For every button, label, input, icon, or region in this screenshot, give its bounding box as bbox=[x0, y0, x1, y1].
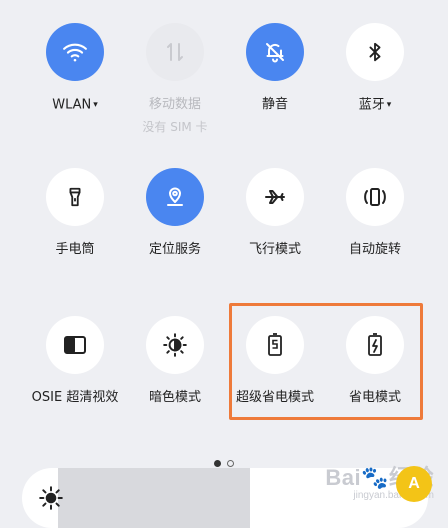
bluetooth-icon bbox=[369, 42, 381, 62]
wlan-label: WLAN ▾ bbox=[52, 97, 98, 113]
wlan-toggle[interactable] bbox=[46, 23, 104, 81]
flashlight-toggle[interactable] bbox=[46, 168, 104, 226]
tile-dark-mode[interactable]: 暗色模式 bbox=[125, 316, 225, 406]
tile-wlan[interactable]: WLAN ▾ bbox=[25, 23, 125, 114]
mobile-data-icon bbox=[167, 43, 183, 61]
page-dot-2[interactable] bbox=[227, 460, 234, 467]
tile-osie-display[interactable]: OSIE 超清视效 bbox=[25, 316, 125, 406]
paw-icon: 🐾 bbox=[361, 465, 389, 490]
flashlight-label: 手电筒 bbox=[55, 242, 95, 257]
mute-toggle[interactable] bbox=[246, 23, 304, 81]
mobile-data-toggle[interactable] bbox=[146, 23, 204, 81]
auto-rotate-toggle[interactable] bbox=[346, 168, 404, 226]
bluetooth-label: 蓝牙 ▾ bbox=[358, 97, 392, 113]
tile-flashlight[interactable]: 手电筒 bbox=[25, 168, 125, 258]
auto-rotate-icon bbox=[364, 188, 386, 206]
wifi-icon bbox=[63, 43, 87, 62]
airplane-label: 飞行模式 bbox=[248, 242, 301, 257]
watermark-badge-icon: A bbox=[396, 466, 432, 502]
location-toggle[interactable] bbox=[146, 168, 204, 226]
mobile-data-label: 移动数据 bbox=[148, 97, 201, 112]
wlan-caret-icon[interactable]: ▾ bbox=[93, 100, 98, 110]
tile-auto-rotate[interactable]: 自动旋转 bbox=[325, 168, 425, 258]
mute-label: 静音 bbox=[261, 97, 288, 112]
brightness-fill bbox=[58, 468, 250, 528]
watermark-brand: Bai bbox=[325, 465, 362, 490]
bell-off-icon bbox=[266, 43, 284, 63]
tile-mute[interactable]: 静音 bbox=[225, 23, 325, 113]
dark-mode-icon bbox=[163, 333, 187, 357]
tile-bluetooth[interactable]: 蓝牙 ▾ bbox=[325, 23, 425, 114]
no-sim-status: 没有 SIM 卡 bbox=[142, 120, 208, 134]
tile-location[interactable]: 定位服务 bbox=[125, 168, 225, 258]
brightness-icon bbox=[39, 486, 63, 510]
airplane-toggle[interactable] bbox=[246, 168, 304, 226]
location-icon bbox=[167, 187, 183, 206]
auto-rotate-label: 自动旋转 bbox=[348, 242, 401, 257]
dark-mode-toggle[interactable] bbox=[146, 316, 204, 374]
bluetooth-toggle[interactable] bbox=[346, 23, 404, 81]
display-enhance-icon bbox=[64, 336, 86, 354]
osie-display-label: OSIE 超清视效 bbox=[31, 390, 119, 405]
airplane-icon bbox=[265, 190, 285, 204]
tile-mobile-data[interactable]: 移动数据 没有 SIM 卡 bbox=[125, 23, 225, 135]
flashlight-icon bbox=[69, 187, 81, 207]
osie-display-toggle[interactable] bbox=[46, 316, 104, 374]
location-label: 定位服务 bbox=[148, 242, 201, 257]
dark-mode-label: 暗色模式 bbox=[148, 390, 201, 405]
tile-airplane[interactable]: 飞行模式 bbox=[225, 168, 325, 258]
bluetooth-caret-icon[interactable]: ▾ bbox=[387, 100, 392, 110]
power-saving-highlight-box bbox=[229, 303, 423, 420]
page-dot-1[interactable] bbox=[214, 460, 221, 467]
